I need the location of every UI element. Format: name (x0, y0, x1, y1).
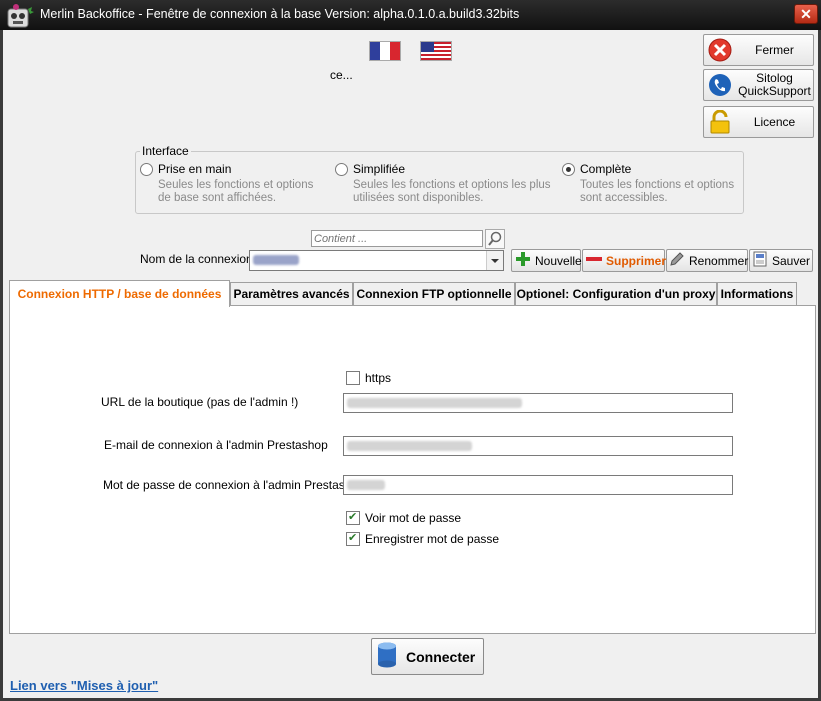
status-text: ce... (330, 68, 353, 82)
show-password-checkbox[interactable] (346, 510, 360, 525)
radio-prise-en-main[interactable] (140, 163, 153, 176)
email-input[interactable] (343, 436, 733, 456)
search-icon[interactable] (485, 229, 505, 249)
nouvelle-label: Nouvelle (535, 253, 582, 268)
https-checkbox[interactable] (346, 371, 360, 385)
connecter-button[interactable]: Connecter (371, 638, 484, 675)
us-flag-icon[interactable] (420, 41, 452, 61)
padlock-icon (708, 109, 732, 134)
tab-connexion-ftp[interactable]: Connexion FTP optionnelle (353, 282, 515, 305)
option-label-prise-en-main: Prise en main (158, 162, 232, 176)
sauver-label: Sauver (772, 253, 811, 268)
phone-icon (708, 73, 732, 97)
licence-label: Licence (753, 114, 796, 129)
licence-button[interactable]: Licence (703, 106, 814, 138)
url-label: URL de la boutique (pas de l'admin !) (101, 395, 299, 409)
option-desc-prise-en-main: Seules les fonctions et options de base … (158, 179, 314, 204)
pencil-icon (669, 251, 685, 270)
radio-simplifiee[interactable] (335, 163, 348, 176)
connection-name-select[interactable] (249, 250, 504, 271)
email-label: E-mail de connexion à l'admin Prestashop (104, 438, 328, 452)
database-icon (376, 641, 398, 672)
save-password-checkbox[interactable] (346, 531, 360, 546)
app-logo-icon (6, 3, 34, 29)
tab-configuration-proxy[interactable]: Optionel: Configuration d'un proxy (515, 282, 717, 305)
renommer-label: Renommer (689, 253, 749, 268)
connection-search-input[interactable] (311, 230, 483, 247)
password-input[interactable] (343, 475, 733, 495)
quicksupport-button[interactable]: Sitolog QuickSupport (703, 69, 814, 101)
redacted-connection-name (253, 255, 299, 265)
sauver-button[interactable]: Sauver (749, 249, 813, 272)
redacted-email-value (347, 441, 472, 451)
supprimer-label: Supprimer (606, 253, 667, 268)
option-label-simplifiee: Simplifiée (353, 162, 406, 176)
redacted-url-value (347, 398, 522, 408)
window-title: Merlin Backoffice - Fenêtre de connexion… (40, 7, 520, 21)
quicksupport-label: Sitolog QuickSupport (738, 71, 811, 98)
close-circle-icon (708, 38, 732, 62)
french-flag-icon[interactable] (369, 41, 401, 61)
show-password-label: Voir mot de passe (365, 511, 462, 525)
window-close-button[interactable]: ✕ (794, 4, 818, 24)
option-desc-complete: Toutes les fonctions et options sont acc… (580, 179, 735, 204)
redacted-password-value (347, 480, 385, 490)
tab-connexion-http[interactable]: Connexion HTTP / base de données (9, 280, 230, 307)
tab-parametres-avances[interactable]: Paramètres avancés (230, 282, 353, 305)
chevron-down-icon[interactable] (486, 251, 503, 270)
tab-panel (9, 305, 816, 634)
interface-legend: Interface (140, 144, 191, 158)
https-label: https (365, 371, 392, 385)
us-flag-canton (421, 42, 434, 52)
plus-icon (514, 250, 532, 271)
save-password-label: Enregistrer mot de passe (365, 532, 500, 546)
connection-name-label: Nom de la connexion (140, 252, 253, 266)
connecter-label: Connecter (406, 648, 476, 665)
renommer-button[interactable]: Renommer (666, 249, 748, 272)
fermer-button[interactable]: Fermer (703, 34, 814, 66)
save-document-icon (752, 251, 768, 270)
option-label-complete: Complète (580, 162, 632, 176)
supprimer-button[interactable]: Supprimer (582, 249, 667, 272)
radio-complete[interactable] (562, 163, 575, 176)
updates-link[interactable]: Lien vers "Mises à jour" (10, 678, 158, 693)
title-bar[interactable]: Merlin Backoffice - Fenêtre de connexion… (0, 0, 821, 30)
tab-informations[interactable]: Informations (717, 282, 797, 305)
url-input[interactable] (343, 393, 733, 413)
fermer-label: Fermer (755, 42, 794, 57)
option-desc-simplifiee: Seules les fonctions et options les plus… (353, 179, 551, 204)
password-label: Mot de passe de connexion à l'admin Pres… (103, 478, 365, 492)
minus-icon (585, 250, 603, 271)
nouvelle-button[interactable]: Nouvelle (511, 249, 582, 272)
